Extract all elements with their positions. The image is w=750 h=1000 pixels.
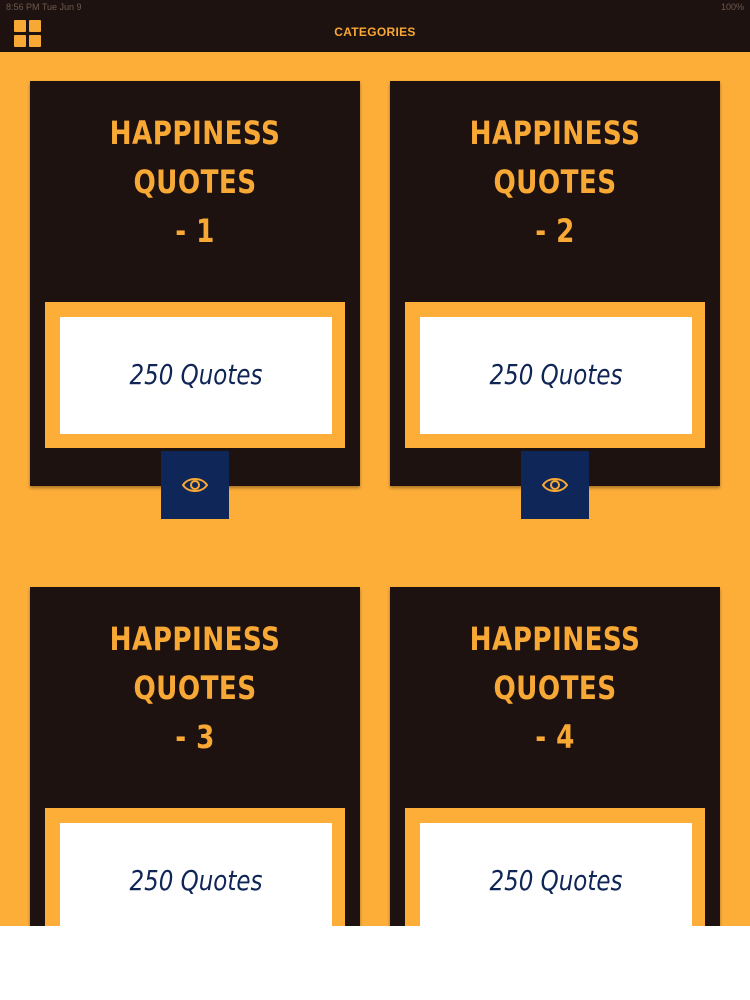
page-title: CATEGORIES bbox=[334, 25, 416, 39]
eye-icon bbox=[541, 478, 569, 492]
category-number: - 1 bbox=[175, 212, 215, 250]
count-frame: 250 Quotes bbox=[45, 302, 345, 448]
count-frame: 250 Quotes bbox=[405, 302, 705, 448]
quote-count: 250 Quotes bbox=[489, 358, 623, 391]
nav-bar: CATEGORIES bbox=[0, 14, 750, 52]
category-title-line: HAPPINESS QUOTES bbox=[469, 114, 641, 201]
count-frame: 250 Quotes bbox=[405, 808, 705, 926]
category-title-line: HAPPINESS QUOTES bbox=[469, 620, 641, 707]
view-category-button[interactable] bbox=[521, 451, 589, 519]
status-time: 8:56 PM Tue Jun 9 bbox=[6, 2, 82, 12]
category-title-line: HAPPINESS QUOTES bbox=[109, 620, 281, 707]
category-card-2[interactable]: HAPPINESS QUOTES - 2 250 Quotes bbox=[390, 81, 720, 519]
app-screen: 8:56 PM Tue Jun 9 100% CATEGORIES HAPPIN… bbox=[0, 0, 750, 1000]
quote-count: 250 Quotes bbox=[129, 358, 263, 391]
bottom-blank-area bbox=[0, 926, 750, 1000]
count-box: 250 Quotes bbox=[420, 317, 692, 434]
category-title: HAPPINESS QUOTES - 2 bbox=[428, 109, 682, 256]
category-card-4[interactable]: HAPPINESS QUOTES - 4 250 Quotes bbox=[390, 587, 720, 926]
category-title-line: HAPPINESS QUOTES bbox=[109, 114, 281, 201]
category-grid: HAPPINESS QUOTES - 1 250 Quotes HAPPINES… bbox=[0, 52, 750, 926]
category-number: - 4 bbox=[535, 718, 575, 756]
count-box: 250 Quotes bbox=[60, 823, 332, 926]
category-card-3[interactable]: HAPPINESS QUOTES - 3 250 Quotes bbox=[30, 587, 360, 926]
quote-count: 250 Quotes bbox=[129, 864, 263, 897]
view-category-button[interactable] bbox=[161, 451, 229, 519]
status-battery: 100% bbox=[720, 2, 744, 12]
category-title: HAPPINESS QUOTES - 3 bbox=[68, 615, 322, 762]
status-bar: 8:56 PM Tue Jun 9 100% bbox=[0, 0, 750, 14]
quote-count: 250 Quotes bbox=[489, 864, 623, 897]
category-card-1[interactable]: HAPPINESS QUOTES - 1 250 Quotes bbox=[30, 81, 360, 519]
category-title: HAPPINESS QUOTES - 1 bbox=[68, 109, 322, 256]
category-number: - 3 bbox=[175, 718, 215, 756]
category-number: - 2 bbox=[535, 212, 575, 250]
count-box: 250 Quotes bbox=[420, 823, 692, 926]
count-frame: 250 Quotes bbox=[45, 808, 345, 926]
count-box: 250 Quotes bbox=[60, 317, 332, 434]
category-title: HAPPINESS QUOTES - 4 bbox=[428, 615, 682, 762]
eye-icon bbox=[181, 478, 209, 492]
